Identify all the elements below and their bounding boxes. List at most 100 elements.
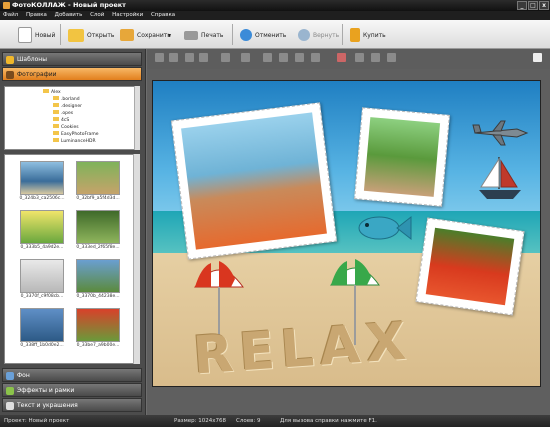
maximize-button[interactable]: □ bbox=[528, 1, 538, 10]
save-button[interactable]: Сохранить bbox=[120, 25, 171, 45]
menu-edit[interactable]: Правка bbox=[23, 11, 50, 20]
printer-icon bbox=[184, 30, 198, 40]
photo-icon bbox=[6, 71, 14, 79]
thumbnail-image bbox=[20, 308, 64, 342]
thumbnail-item[interactable]: 0_33be7_a9b00e... bbox=[73, 308, 123, 356]
effects-header[interactable]: Эффекты и рамки bbox=[2, 383, 142, 397]
tree-node[interactable]: EasyPhotoFrame bbox=[53, 131, 98, 137]
collage-photo-3[interactable] bbox=[415, 217, 525, 316]
thumbnail-item[interactable]: 0_333ed_2f65f8e... bbox=[73, 210, 123, 258]
tree-node[interactable]: Cookies bbox=[53, 124, 79, 130]
flip-horizontal-icon[interactable] bbox=[279, 53, 288, 62]
status-project: Проект: Новый проект bbox=[4, 418, 70, 424]
thumbnail-grid: 0_324b3_ca2506c... 0_32bf9_a5f4d3d... 0_… bbox=[4, 154, 139, 364]
layer-down-icon[interactable] bbox=[169, 53, 178, 62]
folder-icon bbox=[53, 138, 59, 142]
collage-photo-2[interactable] bbox=[354, 107, 450, 207]
cart-icon bbox=[350, 28, 360, 42]
photo-image bbox=[181, 112, 327, 250]
menu-add[interactable]: Добавить bbox=[52, 11, 86, 20]
thumbnail-image bbox=[76, 259, 120, 293]
thumbnail-image bbox=[20, 210, 64, 244]
templates-header[interactable]: Шаблоны bbox=[2, 52, 142, 66]
tree-node[interactable]: .designer bbox=[53, 103, 82, 109]
folder-icon bbox=[43, 89, 49, 93]
folder-icon bbox=[53, 96, 59, 100]
thumbnail-item[interactable]: 0_32bf9_a5f4d3d... bbox=[73, 161, 123, 209]
tree-node[interactable]: Alex bbox=[43, 89, 61, 95]
menu-file[interactable]: Файл bbox=[0, 11, 21, 20]
thumbnail-item[interactable]: 0_333b5_4a9d2e... bbox=[17, 210, 67, 258]
rotate-right-icon[interactable] bbox=[311, 53, 320, 62]
layer-back-icon[interactable] bbox=[155, 53, 164, 62]
fish-sticker[interactable] bbox=[353, 211, 413, 245]
tree-node[interactable]: .opes bbox=[53, 110, 73, 116]
photos-header[interactable]: Фотографии bbox=[2, 67, 142, 81]
folder-icon bbox=[53, 103, 59, 107]
new-document-icon bbox=[18, 27, 32, 43]
redo-icon bbox=[298, 29, 310, 41]
title-bar: ФотоКОЛЛАЖ - Новый проект _ □ x bbox=[0, 0, 550, 11]
tree-node[interactable]: .borland bbox=[53, 96, 80, 102]
main-toolbar: Новый Открыть Сохранить ▾ Печать Отменит… bbox=[0, 20, 550, 49]
folder-icon bbox=[53, 117, 59, 121]
undo-button[interactable]: Отменить bbox=[240, 25, 286, 45]
background-header[interactable]: Фон bbox=[2, 368, 142, 382]
buy-button[interactable]: Купить bbox=[350, 25, 386, 45]
thumbnail-image bbox=[76, 308, 120, 342]
tree-scrollbar[interactable] bbox=[134, 86, 140, 150]
layer-front-icon[interactable] bbox=[199, 53, 208, 62]
status-help: Для вызова справки нажмите F1. bbox=[280, 418, 377, 424]
separator bbox=[342, 24, 343, 45]
text-header[interactable]: Текст и украшения bbox=[2, 398, 142, 412]
print-button[interactable]: Печать bbox=[184, 25, 223, 45]
menu-settings[interactable]: Настройки bbox=[109, 11, 146, 20]
layer-up-icon[interactable] bbox=[185, 53, 194, 62]
collage-canvas[interactable]: RELAX bbox=[152, 80, 541, 387]
page-icon[interactable] bbox=[533, 53, 542, 62]
save-icon bbox=[120, 29, 134, 41]
sailboat-sticker[interactable] bbox=[475, 155, 525, 203]
menu-help[interactable]: Справка bbox=[148, 11, 178, 20]
flip-vertical-icon[interactable] bbox=[295, 53, 304, 62]
close-button[interactable]: x bbox=[539, 1, 549, 10]
thumbnail-scrollbar[interactable] bbox=[133, 154, 140, 364]
collage-photo-1[interactable] bbox=[171, 102, 337, 260]
thumbnail-image bbox=[76, 161, 120, 195]
folder-icon bbox=[53, 124, 59, 128]
tree-node[interactable]: 4cS bbox=[53, 117, 69, 123]
new-button[interactable]: Новый bbox=[18, 25, 55, 45]
thumbnail-item[interactable]: 0_338ff_1b0d0e2... bbox=[17, 308, 67, 356]
star-icon bbox=[6, 56, 14, 64]
redo-button[interactable]: Вернуть bbox=[298, 25, 339, 45]
open-button[interactable]: Открыть bbox=[68, 25, 114, 45]
tree-node[interactable]: LuminanceHDR bbox=[53, 138, 96, 144]
chevron-down-icon: ▾ bbox=[168, 31, 172, 39]
stretch-icon[interactable] bbox=[241, 53, 250, 62]
menu-layer[interactable]: Слой bbox=[87, 11, 107, 20]
photo-image bbox=[363, 117, 441, 197]
airplane-sticker[interactable] bbox=[471, 119, 531, 147]
minimize-button[interactable]: _ bbox=[517, 1, 527, 10]
properties-icon[interactable] bbox=[387, 53, 396, 62]
rotate-left-icon[interactable] bbox=[263, 53, 272, 62]
photo-image bbox=[425, 227, 515, 306]
thumbnail-image bbox=[20, 161, 64, 195]
status-bar: Проект: Новый проект Размер: 1024x768 Сл… bbox=[0, 415, 550, 427]
background-icon bbox=[6, 372, 14, 380]
thumbnail-item[interactable]: 0_3370f_c9f08cb... bbox=[17, 259, 67, 307]
thumbnail-item[interactable]: 0_3370b_44238e... bbox=[73, 259, 123, 307]
folder-icon bbox=[53, 110, 59, 114]
save-dropdown[interactable]: ▾ bbox=[168, 25, 171, 45]
folder-icon bbox=[53, 131, 59, 135]
delete-icon[interactable] bbox=[337, 53, 346, 62]
app-icon bbox=[3, 2, 10, 9]
canvas-toolbar bbox=[147, 49, 550, 69]
copy-icon[interactable] bbox=[355, 53, 364, 62]
folder-tree[interactable]: Alex .borland .designer .opes 4cS Cookie… bbox=[4, 86, 139, 150]
thumbnail-item[interactable]: 0_324b3_ca2506c... bbox=[17, 161, 67, 209]
separator bbox=[60, 24, 61, 45]
align-icon[interactable] bbox=[221, 53, 230, 62]
status-layers: Слоев: 9 bbox=[236, 418, 261, 424]
settings-icon[interactable] bbox=[371, 53, 380, 62]
